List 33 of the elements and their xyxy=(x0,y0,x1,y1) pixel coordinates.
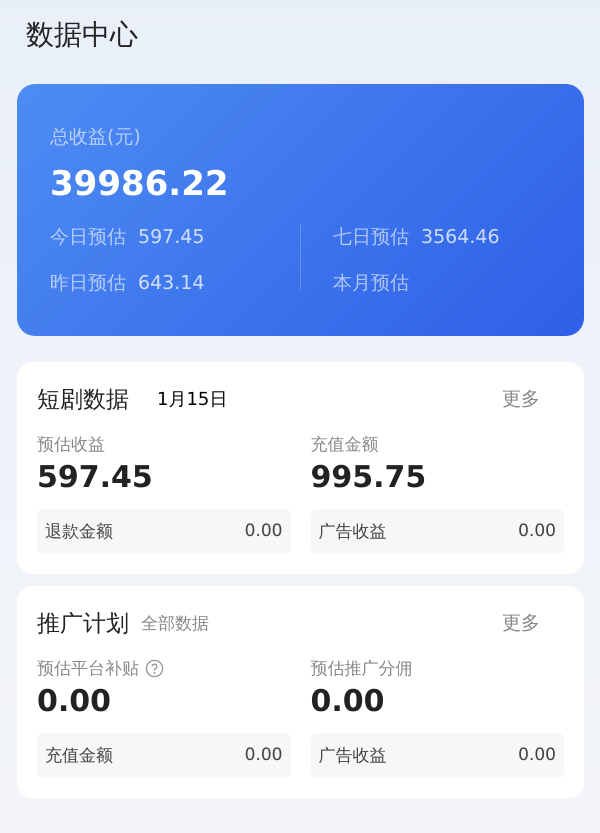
stat-label: 本月预估 xyxy=(333,270,409,296)
metric-value: 0.00 xyxy=(310,684,386,719)
more-link[interactable]: 更多 xyxy=(502,386,540,412)
stat-value: 597.45 xyxy=(138,226,204,248)
detail-value: 0.00 xyxy=(518,521,556,542)
detail-label: 广告收益 xyxy=(318,520,386,543)
metric-label: 充值金额 xyxy=(310,434,378,456)
help-icon[interactable] xyxy=(145,658,164,678)
total-earnings-label: 总收益(元) xyxy=(50,124,142,150)
more-link[interactable]: 更多 xyxy=(502,610,540,636)
metric-label: 预估平台补贴 xyxy=(37,658,139,680)
metric-label: 预估推广分佣 xyxy=(310,658,412,680)
detail-label: 广告收益 xyxy=(318,744,386,767)
stat-label: 昨日预估 xyxy=(50,270,126,296)
section-title: 推广计划 xyxy=(37,610,129,639)
metric-value: 597.45 xyxy=(37,460,154,495)
section-title: 短剧数据 xyxy=(37,386,129,415)
stat-label: 今日预估 xyxy=(50,224,126,250)
section-subtitle: 1月15日 xyxy=(157,388,228,412)
detail-value: 0.00 xyxy=(518,745,556,766)
stat-label: 七日预估 xyxy=(333,224,409,250)
metric-value: 0.00 xyxy=(37,684,112,719)
metric-label: 预估收益 xyxy=(37,434,105,456)
stat-value: 643.14 xyxy=(138,272,204,294)
detail-value: 0.00 xyxy=(244,745,282,766)
stat-value: 3564.46 xyxy=(421,226,500,248)
metric-value: 995.75 xyxy=(310,460,428,495)
detail-label: 充值金额 xyxy=(45,744,113,767)
detail-label: 退款金额 xyxy=(45,520,113,543)
page-title: 数据中心 xyxy=(26,18,139,52)
section-subtitle: 全部数据 xyxy=(141,612,209,635)
total-earnings-value: 39986.22 xyxy=(50,164,230,204)
detail-value: 0.00 xyxy=(244,521,282,542)
